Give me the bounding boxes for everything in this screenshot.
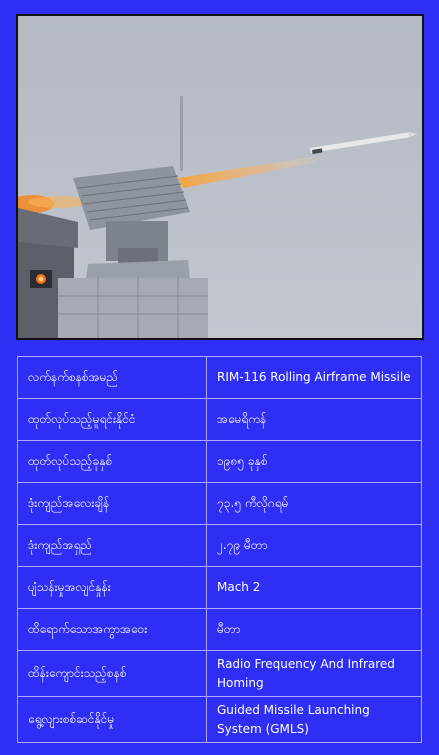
spec-label: ထုတ်လုပ်သည့်မူရင်းနိုင်ငံ (17, 398, 207, 441)
table-row: ထိန်းကျောင်းသည့်စနစ် Radio Frequency And… (17, 650, 422, 697)
spec-value: Mach 2 (206, 566, 422, 609)
spec-label: ထိရောက်သောအကွာအဝေး (17, 608, 207, 651)
spec-value: ၂.၇၉ မီတာ (206, 524, 422, 567)
spec-label: ထုတ်လုပ်သည့်ခုနှစ် (17, 440, 207, 483)
spec-label: ဒုံးကျည်အရှည် (17, 524, 207, 567)
spec-value: အမေရိကန် (206, 398, 422, 441)
table-row: ဒုံးကျည်အလေးချိန် ၇၃.၅ ကီလိုဂရမ် (17, 482, 422, 525)
table-row: ထိရောက်သောအကွာအဝေး မီတာ (17, 608, 422, 651)
spec-value: Guided Missile Launching System (GMLS) (206, 696, 422, 743)
missile-launch-photo (16, 14, 424, 340)
table-row: ရွေ့လျားစစ်ဆင်နိုင်မှု Guided Missile La… (17, 696, 422, 743)
spec-value: RIM-116 Rolling Airframe Missile (206, 356, 422, 399)
spec-label: လက်နက်စနစ်အမည် (17, 356, 207, 399)
spec-label: ရွေ့လျားစစ်ဆင်နိုင်မှု (17, 696, 207, 743)
spec-label: ပျံသန်းမှုအလျင်နှုန်း (17, 566, 207, 609)
spec-value: ၁၉၈၅ ခုနှစ် (206, 440, 422, 483)
table-row: ထုတ်လုပ်သည့်ခုနှစ် ၁၉၈၅ ခုနှစ် (17, 440, 422, 483)
table-row: ထုတ်လုပ်သည့်မူရင်းနိုင်ငံ အမေရိကန် (17, 398, 422, 441)
spec-label: ထိန်းကျောင်းသည့်စနစ် (17, 650, 207, 697)
spec-value: ၇၃.၅ ကီလိုဂရမ် (206, 482, 422, 525)
missile-launch-illustration (18, 16, 422, 338)
spec-value: မီတာ (206, 608, 422, 651)
spec-value: Radio Frequency And Infrared Homing (206, 650, 422, 697)
table-row: လက်နက်စနစ်အမည် RIM-116 Rolling Airframe … (17, 356, 422, 399)
missile-specs-table: လက်နက်စနစ်အမည် RIM-116 Rolling Airframe … (17, 356, 422, 743)
spec-label: ဒုံးကျည်အလေးချိန် (17, 482, 207, 525)
table-row: ပျံသန်းမှုအလျင်နှုန်း Mach 2 (17, 566, 422, 609)
table-row: ဒုံးကျည်အရှည် ၂.၇၉ မီတာ (17, 524, 422, 567)
